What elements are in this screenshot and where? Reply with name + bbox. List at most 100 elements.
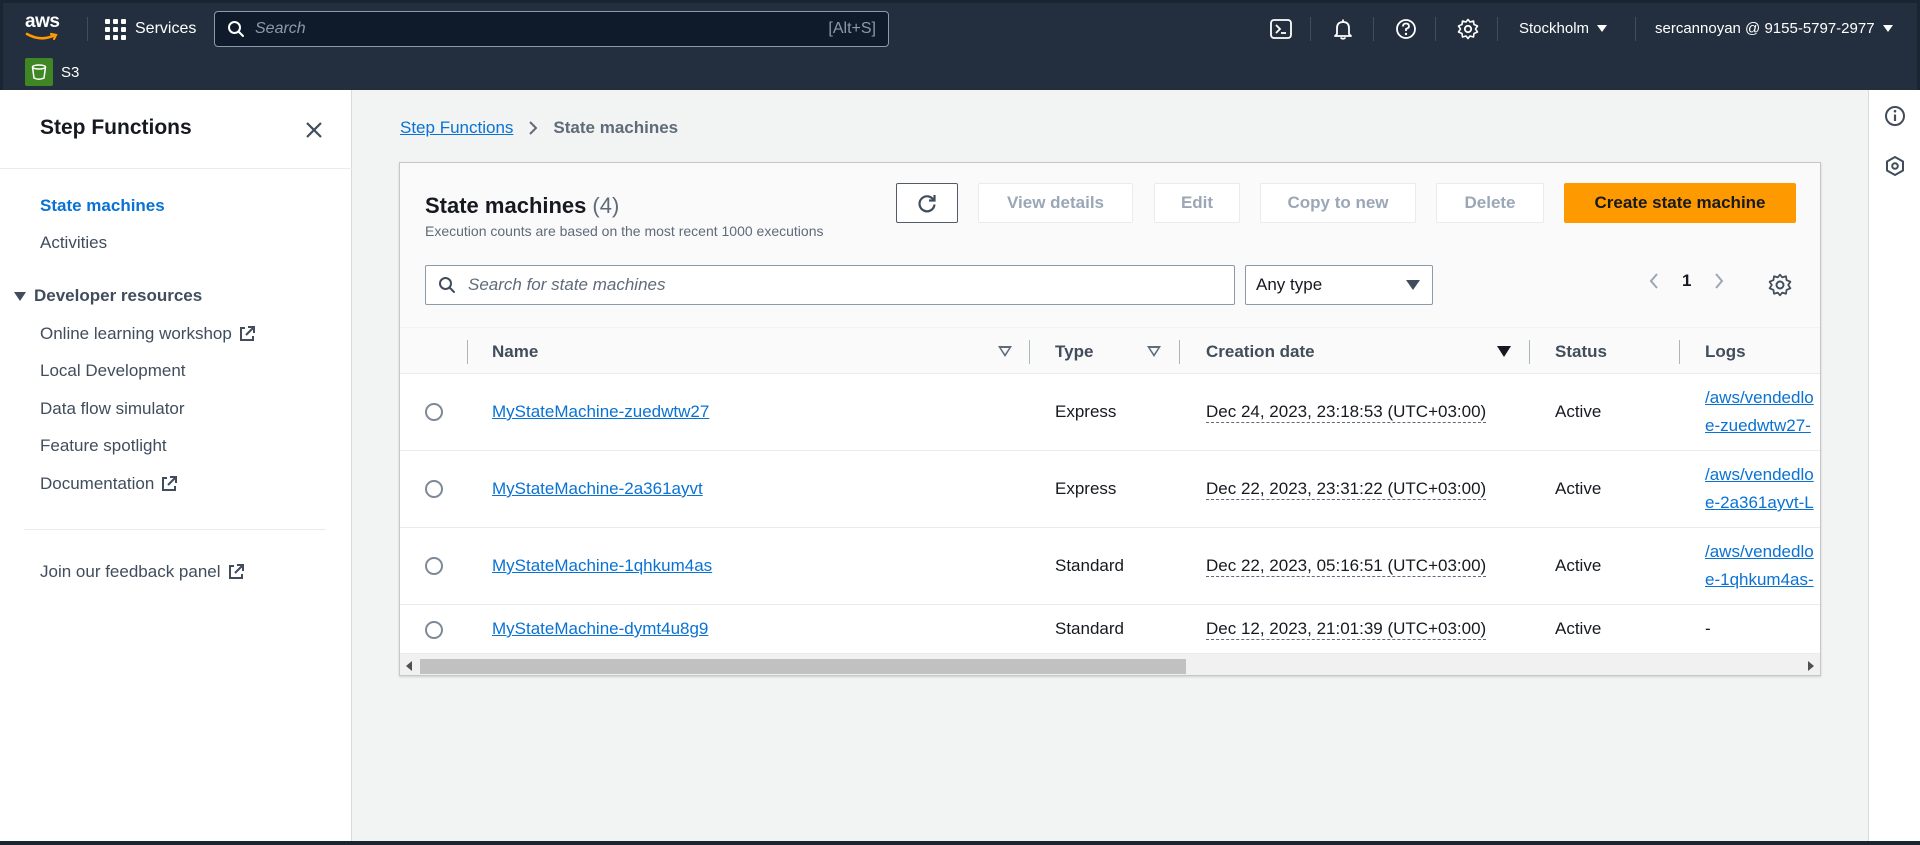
- divider: [87, 17, 88, 41]
- scrollbar-thumb[interactable]: [420, 659, 1186, 674]
- breadcrumb: Step Functions State machines: [400, 118, 678, 138]
- side-navigation: Step Functions State machines Activities…: [0, 90, 352, 845]
- state-machine-name-link[interactable]: MyStateMachine-zuedwtw27: [492, 402, 709, 422]
- row-select-radio[interactable]: [425, 480, 443, 498]
- column-divider[interactable]: [1679, 340, 1680, 364]
- sidebar-item-state-machines[interactable]: State machines: [40, 196, 165, 216]
- copy-to-new-button[interactable]: Copy to new: [1260, 183, 1416, 223]
- type-filter-select[interactable]: Any type: [1245, 265, 1433, 305]
- sidebar-item-data-flow-simulator[interactable]: Data flow simulator: [40, 399, 185, 419]
- logs-empty: -: [1705, 619, 1711, 638]
- column-header-name[interactable]: Name: [492, 342, 538, 362]
- breadcrumb-step-functions-link[interactable]: Step Functions: [400, 118, 513, 138]
- column-divider: [467, 340, 468, 364]
- sidebar-item-online-learning-workshop[interactable]: Online learning workshop: [40, 324, 256, 344]
- services-menu-button[interactable]: Services: [105, 18, 196, 40]
- table-row[interactable]: MyStateMachine-zuedwtw27 Express Dec 24,…: [400, 374, 1820, 451]
- divider: [1310, 17, 1311, 41]
- logs-link[interactable]: /aws/vendedlo e-2a361ayvt-L: [1705, 461, 1821, 517]
- sidebar-item-local-development[interactable]: Local Development: [40, 361, 186, 381]
- state-machine-name-link[interactable]: MyStateMachine-1qhkum4as: [492, 556, 712, 576]
- divider: [1373, 17, 1374, 41]
- logs-link[interactable]: /aws/vendedlo e-zuedwtw27-: [1705, 384, 1821, 440]
- current-page-number[interactable]: 1: [1682, 271, 1691, 291]
- column-header-logs[interactable]: Logs: [1705, 342, 1746, 362]
- account-menu[interactable]: sercannoyan @ 9155-5797-2977: [1655, 20, 1893, 37]
- scroll-right-arrow-icon[interactable]: [1808, 661, 1814, 671]
- sidebar-item-label: Data flow simulator: [40, 399, 185, 418]
- column-header-creation-date[interactable]: Creation date: [1206, 342, 1315, 362]
- row-select-radio[interactable]: [425, 403, 443, 421]
- section-developer-resources[interactable]: Developer resources: [14, 286, 202, 306]
- sidebar-item-documentation[interactable]: Documentation: [40, 474, 178, 494]
- section-title: Developer resources: [34, 286, 203, 305]
- sort-icon[interactable]: [1147, 346, 1161, 357]
- panel-header: State machines (4) Execution counts are b…: [400, 163, 1820, 327]
- state-machine-type: Standard: [1055, 556, 1124, 575]
- sort-icon[interactable]: [998, 346, 1012, 357]
- info-icon[interactable]: [1883, 104, 1907, 128]
- sidebar-item-feature-spotlight[interactable]: Feature spotlight: [40, 436, 167, 456]
- status: Active: [1555, 479, 1602, 498]
- column-divider[interactable]: [1529, 340, 1530, 364]
- aws-logo[interactable]: aws: [25, 12, 65, 42]
- settings-gear-icon[interactable]: [1455, 16, 1481, 42]
- create-state-machine-button[interactable]: Create state machine: [1564, 183, 1796, 223]
- caret-down-icon: [1882, 25, 1893, 32]
- resources-hexagon-icon[interactable]: [1883, 154, 1907, 178]
- view-details-button[interactable]: View details: [978, 183, 1133, 223]
- state-machine-search-input[interactable]: Search for state machines: [425, 265, 1235, 305]
- sidenav-title: Step Functions: [40, 116, 192, 139]
- sort-descending-icon[interactable]: [1497, 346, 1511, 357]
- feedback-label: Join our feedback panel: [40, 562, 221, 581]
- divider: [0, 168, 352, 169]
- horizontal-scrollbar[interactable]: [400, 653, 1820, 675]
- column-header-type[interactable]: Type: [1055, 342, 1093, 362]
- help-icon[interactable]: [1393, 16, 1419, 42]
- aws-logo-text: aws: [25, 11, 60, 32]
- caret-down-icon: [1597, 25, 1608, 32]
- table-row[interactable]: MyStateMachine-1qhkum4as Standard Dec 22…: [400, 528, 1820, 605]
- account-label: sercannoyan @ 9155-5797-2977: [1655, 20, 1875, 37]
- next-page-icon[interactable]: [1713, 271, 1725, 291]
- services-grid-icon: [105, 18, 126, 40]
- scroll-left-arrow-icon[interactable]: [406, 661, 412, 671]
- feedback-panel-link[interactable]: Join our feedback panel: [40, 562, 245, 582]
- column-divider[interactable]: [1029, 340, 1030, 364]
- logs-link[interactable]: /aws/vendedlo e-1qhkum4as-: [1705, 538, 1821, 594]
- row-select-radio[interactable]: [425, 557, 443, 575]
- logs-line: e-2a361ayvt-L: [1705, 493, 1814, 512]
- region-selector[interactable]: Stockholm: [1519, 20, 1608, 37]
- favorite-service-s3[interactable]: S3: [25, 58, 79, 86]
- cloudshell-icon[interactable]: [1268, 16, 1294, 42]
- row-select-radio[interactable]: [425, 621, 443, 639]
- close-icon[interactable]: [302, 118, 326, 142]
- status: Active: [1555, 556, 1602, 575]
- creation-date: Dec 24, 2023, 23:18:53 (UTC+03:00): [1206, 402, 1487, 423]
- previous-page-icon[interactable]: [1648, 271, 1660, 291]
- aws-smile-icon: [25, 32, 58, 41]
- table-row[interactable]: MyStateMachine-2a361ayvt Express Dec 22,…: [400, 451, 1820, 528]
- state-machine-name-link[interactable]: MyStateMachine-dymt4u8g9: [492, 619, 708, 639]
- sidebar-item-label: State machines: [40, 196, 165, 215]
- sidebar-item-label: Documentation: [40, 474, 155, 493]
- logs-line: /aws/vendedlo: [1705, 465, 1814, 484]
- divider: [1435, 17, 1436, 41]
- column-header-status[interactable]: Status: [1555, 342, 1607, 362]
- table-preferences-gear-icon[interactable]: [1768, 273, 1792, 297]
- state-machine-type: Express: [1055, 402, 1117, 421]
- column-divider[interactable]: [1179, 340, 1180, 364]
- creation-date: Dec 22, 2023, 23:31:22 (UTC+03:00): [1206, 479, 1487, 500]
- global-search-input[interactable]: Search [Alt+S]: [214, 11, 889, 47]
- notifications-bell-icon[interactable]: [1330, 16, 1356, 42]
- logs-line: /aws/vendedlo: [1705, 388, 1814, 407]
- page-title: State machines (4): [425, 193, 619, 219]
- creation-date: Dec 22, 2023, 05:16:51 (UTC+03:00): [1206, 556, 1487, 577]
- state-machine-name-link[interactable]: MyStateMachine-2a361ayvt: [492, 479, 703, 499]
- refresh-button[interactable]: [896, 183, 958, 223]
- table-row[interactable]: MyStateMachine-dymt4u8g9 Standard Dec 12…: [400, 605, 1820, 653]
- sidebar-item-activities[interactable]: Activities: [40, 233, 107, 253]
- divider: [1497, 17, 1498, 41]
- edit-button[interactable]: Edit: [1154, 183, 1240, 223]
- delete-button[interactable]: Delete: [1436, 183, 1544, 223]
